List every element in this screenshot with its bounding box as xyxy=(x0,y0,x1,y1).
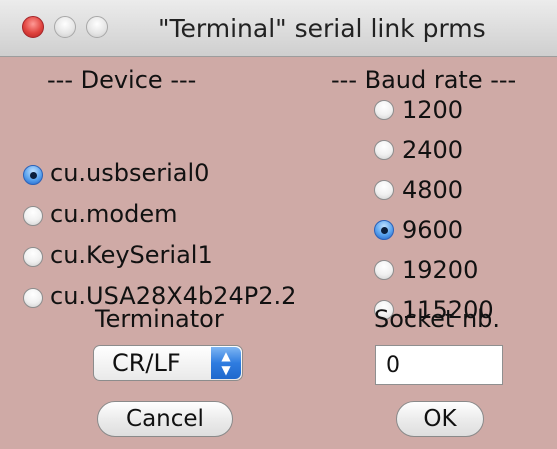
up-down-arrows-icon: ▲ ▼ xyxy=(211,347,241,379)
radio-device-modem[interactable] xyxy=(23,206,43,226)
socket-number-label: Socket nb. xyxy=(374,305,501,333)
socket-number-input[interactable] xyxy=(375,345,503,385)
radio-baud-9600[interactable] xyxy=(374,220,394,240)
terminator-select[interactable]: CR/LF ▲ ▼ xyxy=(93,345,243,381)
cancel-button[interactable]: Cancel xyxy=(97,401,233,437)
terminator-value: CR/LF xyxy=(112,349,181,377)
device-option-label[interactable]: cu.usbserial0 xyxy=(50,159,209,187)
radio-device-usbserial0[interactable] xyxy=(23,165,43,185)
radio-device-keyserial1[interactable] xyxy=(23,247,43,267)
baud-option-label[interactable]: 2400 xyxy=(402,136,463,164)
radio-baud-2400[interactable] xyxy=(374,140,394,160)
baud-rate-header: --- Baud rate --- xyxy=(331,66,517,94)
baud-option-label[interactable]: 1200 xyxy=(402,96,463,124)
radio-baud-1200[interactable] xyxy=(374,100,394,120)
title-bar[interactable]: "Terminal" serial link prms xyxy=(0,0,557,57)
device-option-label[interactable]: cu.KeySerial1 xyxy=(50,241,213,269)
device-option-label[interactable]: cu.modem xyxy=(50,200,177,228)
baud-option-label[interactable]: 9600 xyxy=(402,216,463,244)
ok-button[interactable]: OK xyxy=(396,401,484,437)
radio-device-usa28x4b24p2[interactable] xyxy=(23,288,43,308)
terminator-label: Terminator xyxy=(95,305,224,333)
baud-option-label[interactable]: 19200 xyxy=(402,256,478,284)
window-title: "Terminal" serial link prms xyxy=(158,14,486,43)
radio-baud-19200[interactable] xyxy=(374,260,394,280)
serial-settings-dialog: "Terminal" serial link prms --- Device -… xyxy=(0,0,557,449)
close-window-button[interactable] xyxy=(22,16,44,38)
baud-option-label[interactable]: 4800 xyxy=(402,176,463,204)
radio-baud-4800[interactable] xyxy=(374,180,394,200)
device-header: --- Device --- xyxy=(47,66,197,94)
minimize-window-button[interactable] xyxy=(54,16,76,38)
zoom-window-button[interactable] xyxy=(86,16,108,38)
